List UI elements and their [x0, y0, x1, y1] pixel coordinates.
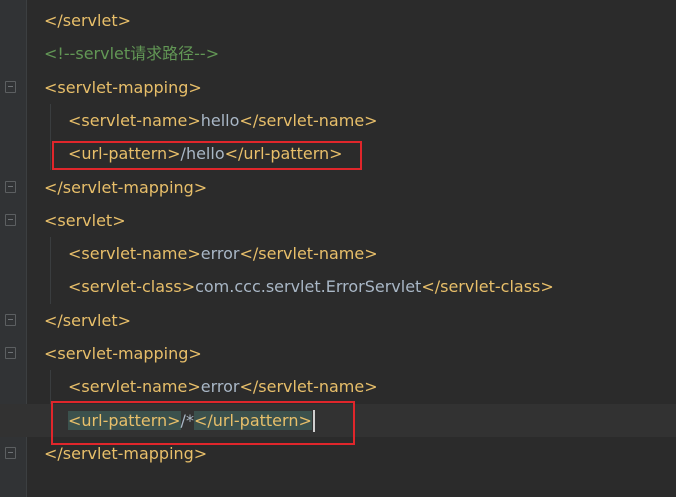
xml-tag: </servlet-name>	[239, 377, 378, 397]
code-line-content: </servlet-mapping>	[44, 171, 207, 204]
code-line[interactable]: <servlet>	[0, 204, 676, 237]
code-line-content: </servlet>	[44, 304, 131, 337]
code-line-content: <servlet-name>hello</servlet-name>	[68, 104, 378, 137]
code-line-content: <servlet-name>error</servlet-name>	[68, 370, 378, 403]
xml-comment: <!--servlet请求路径-->	[44, 44, 220, 64]
xml-tag: <servlet>	[44, 210, 126, 230]
tag-value: hello	[200, 110, 240, 130]
xml-tag: <servlet-name>	[68, 244, 201, 264]
code-line[interactable]: </servlet>	[0, 4, 676, 37]
code-line-content: <servlet>	[44, 204, 126, 237]
code-line[interactable]: </servlet-mapping>	[0, 171, 676, 204]
code-line[interactable]: <servlet-mapping>	[0, 337, 676, 370]
code-line[interactable]: <servlet-mapping>	[0, 71, 676, 104]
code-line-content: <servlet-name>error</servlet-name>	[68, 237, 378, 270]
xml-tag: </servlet-mapping>	[44, 177, 208, 197]
xml-tag: </servlet-class>	[421, 277, 554, 297]
xml-tag: <servlet-mapping>	[44, 77, 202, 97]
xml-tag: </servlet>	[44, 11, 131, 30]
annotation-box-url-pattern-wildcard	[51, 401, 355, 445]
code-line[interactable]: <servlet-name>hello</servlet-name>	[0, 104, 676, 137]
code-editor[interactable]: </servlet> <!--servlet请求路径--> <servlet-map…	[0, 0, 676, 497]
code-line[interactable]: <servlet-class>com.ccc.servlet.ErrorServ…	[0, 270, 676, 303]
code-line-content: </servlet>	[44, 4, 131, 37]
annotation-box-url-pattern-hello	[52, 141, 362, 170]
code-line-content: <servlet-mapping>	[44, 71, 202, 104]
tag-value: error	[200, 377, 240, 397]
code-line-content: <!--servlet请求路径-->	[44, 37, 219, 70]
xml-tag: <servlet-name>	[68, 110, 201, 130]
tag-value: error	[200, 244, 240, 264]
xml-tag: </servlet-name>	[239, 110, 378, 130]
code-line[interactable]: <!--servlet请求路径-->	[0, 37, 676, 70]
xml-tag: <servlet-class>	[68, 277, 196, 297]
code-line[interactable]: <servlet-name>error</servlet-name>	[0, 237, 676, 270]
tag-value: com.ccc.servlet.ErrorServlet	[195, 277, 422, 297]
xml-tag: <servlet-mapping>	[44, 344, 202, 363]
code-line-content: <servlet-mapping>	[44, 337, 202, 370]
xml-tag: </servlet-mapping>	[44, 443, 208, 463]
code-line[interactable]: </servlet>	[0, 304, 676, 337]
code-line[interactable]: <servlet-name>error</servlet-name>	[0, 370, 676, 403]
code-line-content: <servlet-class>com.ccc.servlet.ErrorServ…	[68, 270, 554, 303]
xml-tag: <servlet-name>	[68, 377, 201, 397]
xml-tag: </servlet>	[44, 310, 131, 330]
xml-tag: </servlet-name>	[239, 244, 378, 264]
